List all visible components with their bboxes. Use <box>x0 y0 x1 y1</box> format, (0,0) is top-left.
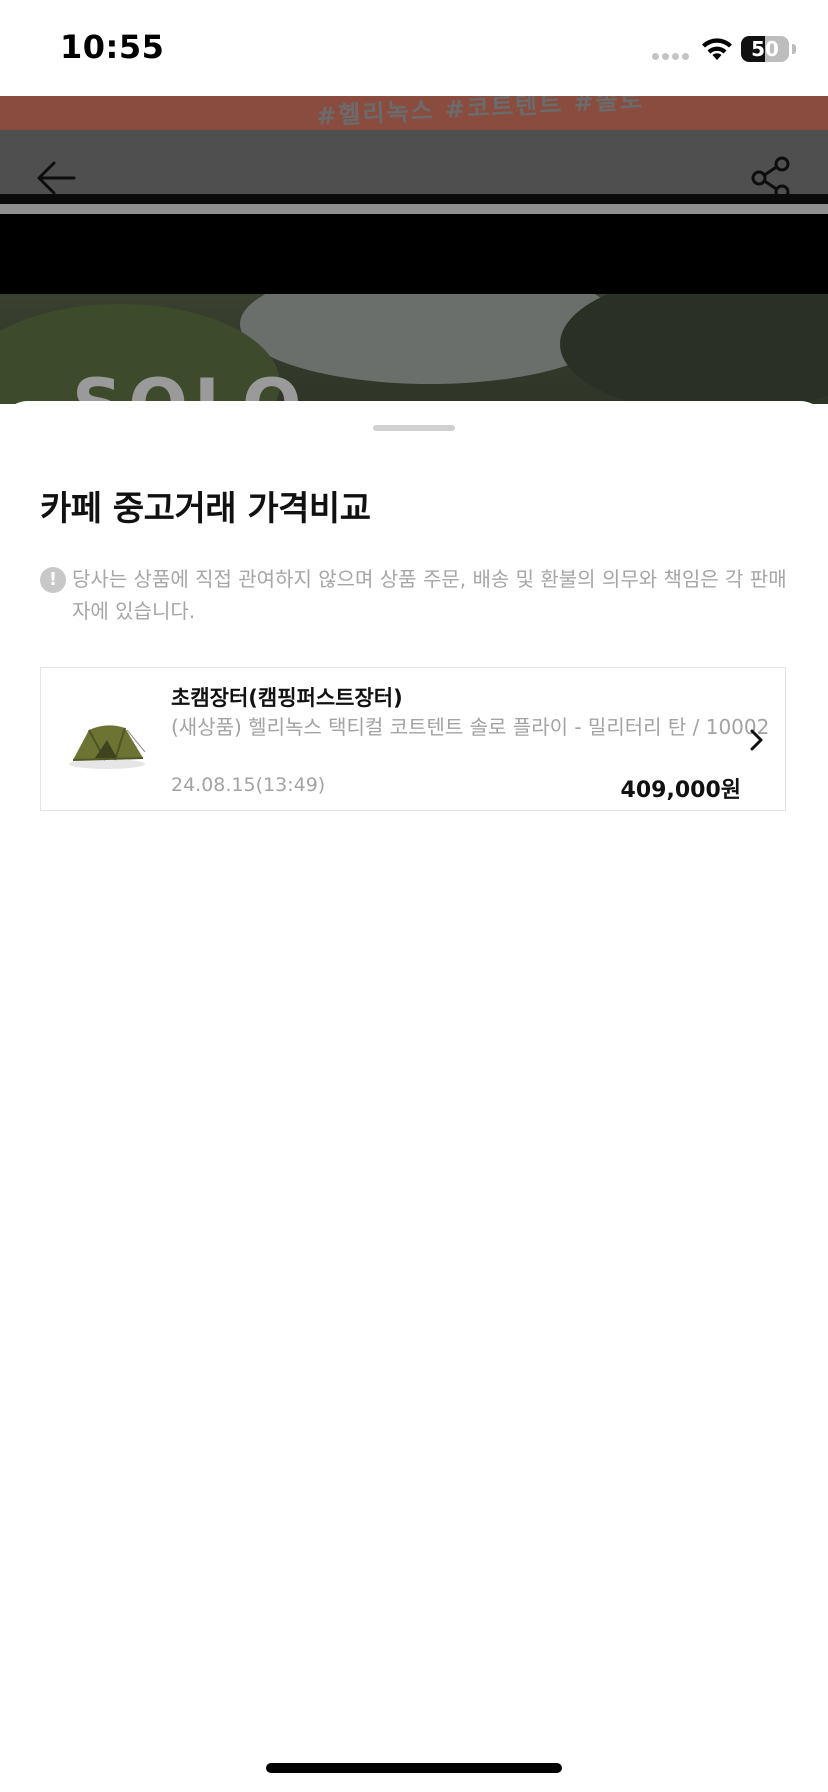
home-indicator[interactable] <box>266 1763 562 1773</box>
disclaimer-text: 당사는 상품에 직접 관여하지 않으며 상품 주문, 배송 및 환불의 의무와 … <box>72 567 787 623</box>
product-title: (새상품) 헬리녹스 택티컬 코트텐트 솔로 플라이 - 밀리터리 탄 / 10… <box>171 715 770 739</box>
sheet-grabber[interactable] <box>373 425 455 431</box>
battery-tip <box>792 44 796 54</box>
exclamation-icon: ! <box>40 567 66 593</box>
product-card[interactable]: 초캠장터(캠핑퍼스트장터) (새상품) 헬리녹스 택티컬 코트텐트 솔로 플라이… <box>40 667 786 811</box>
wifi-icon <box>702 38 732 60</box>
background-header <box>0 130 828 200</box>
background-divider <box>0 194 828 204</box>
battery-level: 50 <box>751 37 779 61</box>
tent-icon <box>69 725 146 769</box>
background-banner-text: #헬리녹스 #코트텐트 #솔로 <box>0 96 828 130</box>
signal-dots-icon <box>652 53 689 60</box>
background-photo: SOLO <box>0 294 828 404</box>
status-time: 10:55 <box>60 28 165 66</box>
background-divider-light <box>0 204 828 214</box>
battery-icon: 50 <box>741 36 789 62</box>
product-date: 24.08.15(13:49) <box>171 774 326 796</box>
price-compare-sheet: 카페 중고거래 가격비교 ! 당사는 상품에 직접 관여하지 않으며 상품 주문… <box>0 401 828 1792</box>
chevron-right-icon[interactable] <box>749 728 765 752</box>
photo-tree <box>560 294 828 404</box>
status-bar: 10:55 50 <box>0 0 828 96</box>
banner-hashtags: #헬리녹스 #코트텐트 #솔로 <box>315 96 645 130</box>
background-black-band <box>0 214 828 294</box>
product-price: 409,000원 <box>620 778 741 803</box>
back-arrow-icon[interactable] <box>34 158 78 198</box>
sheet-title: 카페 중고거래 가격비교 <box>40 489 371 529</box>
photo-brand-text: SOLO <box>72 364 308 404</box>
store-name: 초캠장터(캠핑퍼스트장터) <box>171 686 403 710</box>
